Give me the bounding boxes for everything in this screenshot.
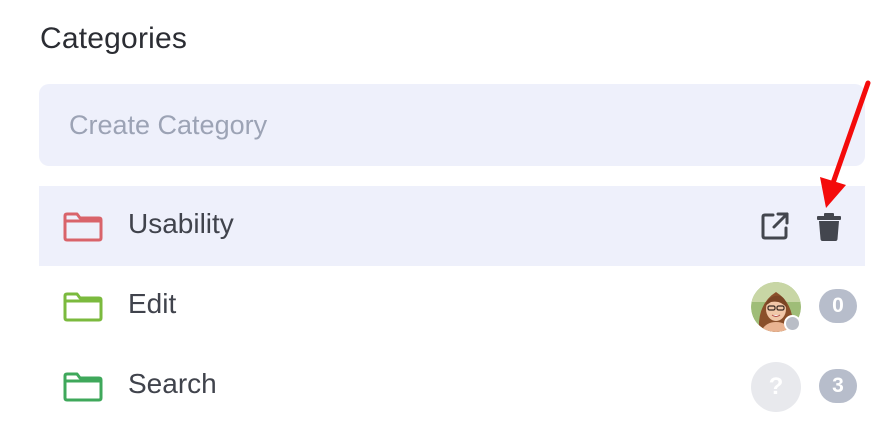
folder-icon [63, 372, 103, 402]
category-label: Usability [128, 208, 234, 239]
external-link-icon[interactable] [759, 210, 791, 242]
category-row-search[interactable]: Search ? 3 [39, 346, 865, 426]
count-badge: 3 [819, 369, 857, 403]
trash-icon[interactable] [813, 210, 845, 242]
assignee-avatar[interactable] [751, 282, 801, 332]
folder-icon [63, 292, 103, 322]
page-title: Categories [40, 22, 188, 55]
category-row-edit[interactable]: Edit 0 [39, 266, 865, 346]
create-category-input[interactable] [69, 84, 849, 166]
folder-icon [63, 212, 103, 242]
count-badge: 0 [819, 289, 857, 323]
category-label: Edit [128, 288, 177, 319]
create-category-box[interactable] [39, 84, 865, 166]
category-row-usability[interactable]: Usability [39, 186, 865, 266]
unassigned-avatar[interactable]: ? [751, 362, 801, 412]
status-dot [784, 315, 801, 332]
category-label: Search [128, 368, 217, 399]
